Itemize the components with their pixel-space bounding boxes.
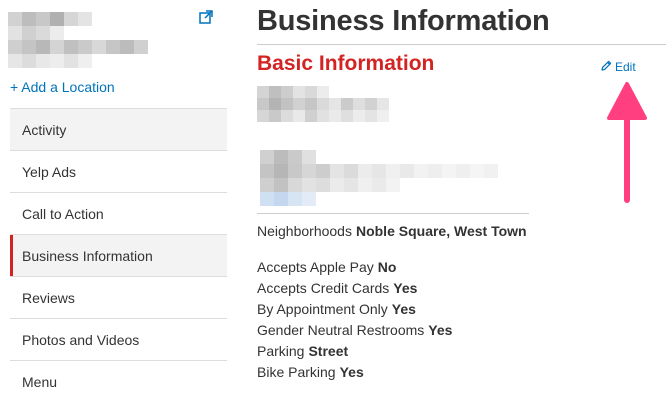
sidebar-item-yelp-ads[interactable]: Yelp Ads bbox=[10, 150, 227, 192]
sidebar-item-call-to-action[interactable]: Call to Action bbox=[10, 192, 227, 234]
sidebar-item-activity[interactable]: Activity bbox=[10, 108, 227, 150]
edit-label: Edit bbox=[615, 60, 636, 74]
redacted-business-name bbox=[8, 12, 150, 68]
sidebar-item-label: Activity bbox=[22, 122, 67, 138]
main-content: Business Information Basic Information E… bbox=[257, 0, 666, 401]
info-value: Yes bbox=[391, 301, 416, 317]
section-title: Basic Information bbox=[257, 52, 435, 75]
add-location-link[interactable]: + Add a Location bbox=[10, 79, 115, 95]
info-row-credit-cards: Accepts Credit Cards Yes bbox=[257, 280, 417, 296]
sidebar-item-label: Yelp Ads bbox=[22, 164, 76, 180]
info-label: Accepts Credit Cards bbox=[257, 280, 390, 296]
info-label: Accepts Apple Pay bbox=[257, 259, 374, 275]
annotation-arrow bbox=[607, 82, 647, 203]
info-row-appointment: By Appointment Only Yes bbox=[257, 301, 416, 317]
pencil-icon bbox=[601, 60, 612, 74]
sidebar-item-photos-and-videos[interactable]: Photos and Videos bbox=[10, 318, 227, 360]
info-row-neighborhoods: Neighborhoods Noble Square, West Town bbox=[257, 223, 527, 239]
info-row-bike-parking: Bike Parking Yes bbox=[257, 364, 364, 380]
sidebar-item-label: Call to Action bbox=[22, 206, 104, 222]
external-link-icon[interactable] bbox=[199, 10, 213, 24]
sidebar-item-label: Menu bbox=[22, 374, 58, 390]
sidebar: + Add a Location Activity Yelp Ads Call … bbox=[0, 0, 228, 401]
edit-button[interactable]: Edit bbox=[601, 60, 636, 74]
info-value: Yes bbox=[393, 280, 418, 296]
field-divider bbox=[257, 213, 529, 214]
title-divider bbox=[257, 44, 666, 45]
info-row-parking: Parking Street bbox=[257, 343, 348, 359]
info-value: Noble Square, West Town bbox=[355, 223, 527, 239]
info-value: Street bbox=[308, 343, 349, 359]
info-row-apple-pay: Accepts Apple Pay No bbox=[257, 259, 396, 275]
info-label: Gender Neutral Restrooms bbox=[257, 322, 425, 338]
info-value: Yes bbox=[339, 364, 364, 380]
sidebar-nav: Activity Yelp Ads Call to Action Busines… bbox=[10, 108, 227, 401]
info-label: Parking bbox=[257, 343, 305, 359]
info-value: No bbox=[377, 259, 397, 275]
sidebar-item-label: Reviews bbox=[22, 290, 75, 306]
info-row-restrooms: Gender Neutral Restrooms Yes bbox=[257, 322, 452, 338]
redacted-contact bbox=[260, 150, 530, 208]
sidebar-item-reviews[interactable]: Reviews bbox=[10, 276, 227, 318]
info-label: Neighborhoods bbox=[257, 223, 352, 239]
redacted-address bbox=[257, 86, 393, 132]
sidebar-item-menu[interactable]: Menu bbox=[10, 360, 227, 401]
info-label: By Appointment Only bbox=[257, 301, 388, 317]
sidebar-item-label: Photos and Videos bbox=[22, 332, 140, 348]
info-value: Yes bbox=[428, 322, 453, 338]
page-title: Business Information bbox=[257, 5, 550, 37]
sidebar-item-business-information[interactable]: Business Information bbox=[10, 234, 227, 276]
info-label: Bike Parking bbox=[257, 364, 336, 380]
sidebar-item-label: Business Information bbox=[22, 248, 153, 264]
